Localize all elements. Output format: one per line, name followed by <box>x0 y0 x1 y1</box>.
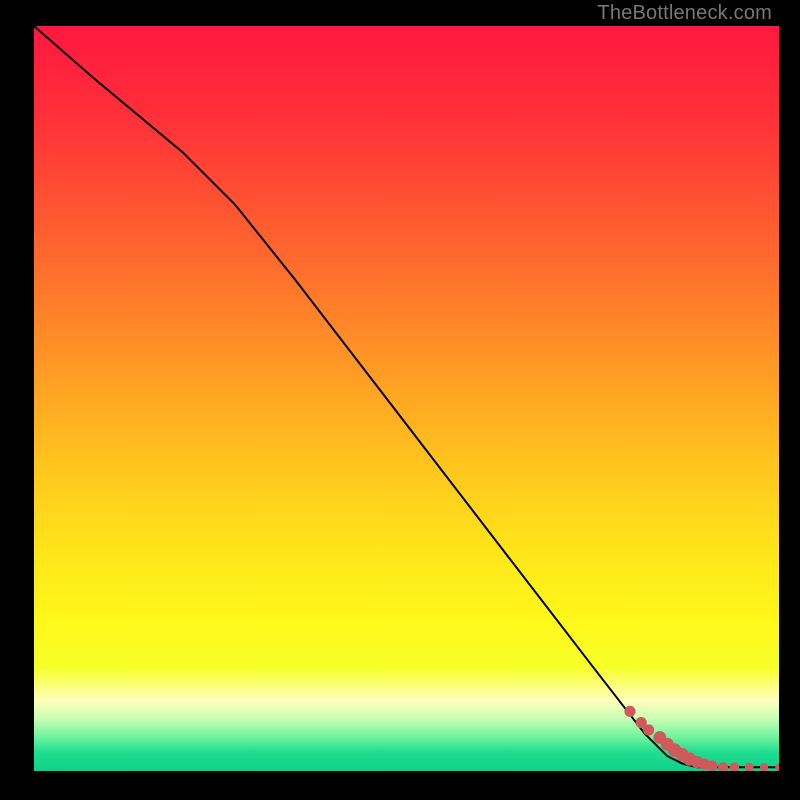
data-marker <box>624 706 635 717</box>
chart-frame: TheBottleneck.com <box>0 0 800 800</box>
gradient-background <box>34 26 779 771</box>
chart-svg <box>34 26 779 771</box>
data-marker <box>643 724 654 735</box>
attribution-text: TheBottleneck.com <box>597 2 772 25</box>
data-marker <box>707 760 718 771</box>
plot-area <box>34 26 779 771</box>
